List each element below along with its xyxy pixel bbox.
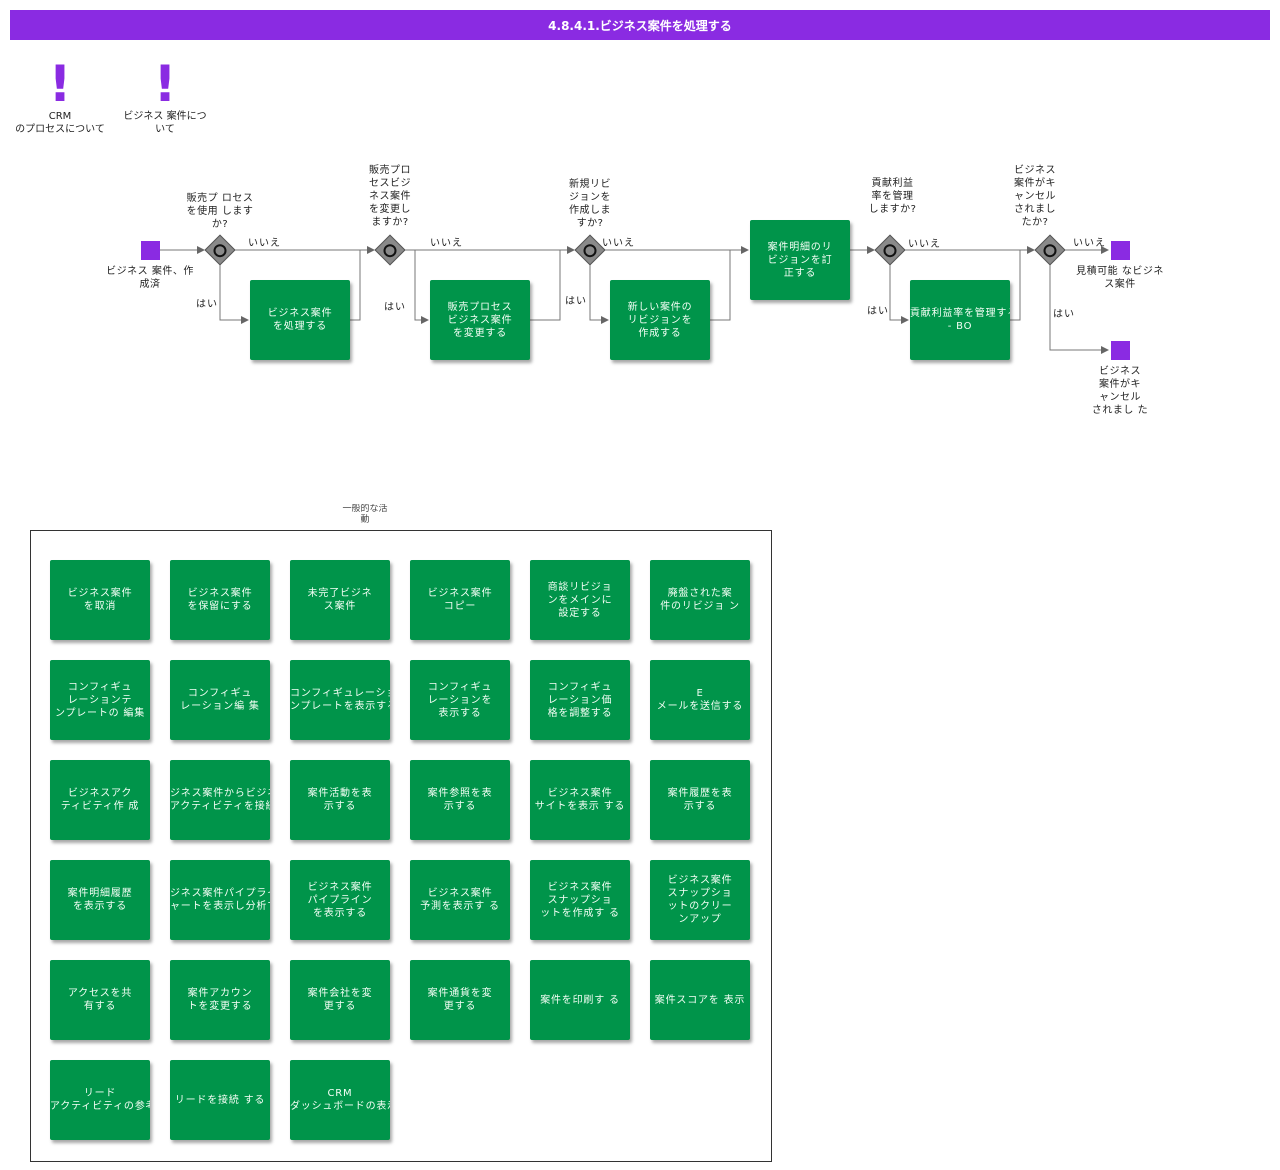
task-create-business-activity[interactable]: ビジネスアク ティビティ作 成 [50, 760, 150, 840]
task-label: 案件スコアを 表示 [654, 994, 746, 1006]
task-label: 案件を印刷す る [540, 994, 620, 1006]
task-view-case-references[interactable]: 案件参照を表 示する [410, 760, 510, 840]
task-create-snapshot[interactable]: ビジネス案件 スナップショ ットを作成す る [530, 860, 630, 940]
task-share-access[interactable]: アクセスを共 有する [50, 960, 150, 1040]
task-label: 案件アカウン トを変更する [187, 988, 253, 1012]
task-manage-margin-bo[interactable]: 貢献利益率を管理する - BO [910, 280, 1010, 360]
task-label: リードを接続 する [174, 1094, 266, 1106]
task-view-pipeline[interactable]: ビジネス案件 パイプライン を表示する [290, 860, 390, 940]
task-label: 販売プロセス ビジネス案件 を変更する [447, 301, 513, 339]
task-cleanup-snapshot[interactable]: ビジネス案件 スナップショ ットのクリー ンアップ [650, 860, 750, 940]
start-event[interactable] [141, 241, 160, 260]
gateway-label: ビジネス 案件がキ ャンセル されまし たか? [1014, 165, 1056, 228]
task-set-main-revision[interactable]: 商談リビジョ ンをメインに 設定する [530, 560, 630, 640]
task-label: ビジネス案件 パイプライン を表示する [307, 881, 373, 919]
task-label: 案件会社を変 更する [307, 988, 373, 1012]
end-event-label: 見積可能 なビジネ ス案件 [1076, 266, 1164, 290]
task-label: コンフィギュレーショ ンプレートを表示する [290, 688, 390, 712]
task-view-line-history[interactable]: 案件明細履歴 を表示する [50, 860, 150, 940]
task-label: コンフィギュ レーションテ ンプレートの 編集 [54, 681, 146, 719]
task-hold-business-case[interactable]: ビジネス案件 を保留にする [170, 560, 270, 640]
task-process-business-case[interactable]: ビジネス案件 を処理する [250, 280, 350, 360]
start-event-label: ビジネス 案件、作 成済 [106, 266, 194, 290]
task-incomplete-business-case[interactable]: 未完了ビジネ ス案件 [290, 560, 390, 640]
flow-label-no: いいえ [602, 238, 635, 249]
task-cancel-business-case[interactable]: ビジネス案件 を取消 [50, 560, 150, 640]
task-connect-business-activity[interactable]: ジネス案件からビジネ アクティビティを接続する [170, 760, 270, 840]
task-edit-config-template[interactable]: コンフィギュ レーションテ ンプレートの 編集 [50, 660, 150, 740]
task-label: ビジネス案件 予測を表示す る [420, 888, 500, 912]
task-label: 案件通貨を変 更する [427, 988, 493, 1012]
task-label: ジネス案件からビジネ アクティビティを接続する [170, 788, 270, 812]
task-copy-business-case[interactable]: ビジネス案件 コピー [410, 560, 510, 640]
task-view-case-sites[interactable]: ビジネス案件 サイトを表示 する [530, 760, 630, 840]
task-label: 未完了ビジネ ス案件 [307, 588, 373, 612]
task-label: コンフィギュ レーション価 格を調整する [547, 681, 613, 719]
flow-label-yes: はい [196, 299, 218, 310]
task-label: ビジネス案件 コピー [427, 588, 493, 612]
task-label: コンフィギュ レーションを 表示する [427, 681, 493, 719]
flow-label-yes: はい [867, 306, 889, 317]
task-obsolete-revision[interactable]: 廃盤された案 件のリビジョ ン [650, 560, 750, 640]
task-label: ビジネス案件 を処理する [267, 308, 333, 332]
flow-label-yes: はい [1053, 309, 1075, 320]
end-event-label: ビジネス 案件がキ ャンセル されまし た [1091, 366, 1149, 416]
task-print-case[interactable]: 案件を印刷す る [530, 960, 630, 1040]
task-label: 案件参照を表 示する [427, 788, 493, 812]
task-label: E メールを送信する [656, 688, 744, 712]
task-change-account[interactable]: 案件アカウン トを変更する [170, 960, 270, 1040]
task-label: ビジネスアク ティビティ作 成 [60, 788, 140, 812]
general-activities-title: 一般的な活 動 [342, 504, 388, 525]
flow-label-no: いいえ [430, 238, 463, 249]
gateway-label: 販売プ ロセス を使用 します か? [186, 193, 254, 230]
flow-label-no: いいえ [248, 238, 281, 249]
task-label: 廃盤された案 件のリビジョ ン [660, 588, 740, 612]
task-label: ビジネス案件 スナップショ ットのクリー ンアップ [667, 875, 733, 925]
end-event-cancelled[interactable] [1111, 341, 1130, 360]
flow-label-no: いいえ [908, 239, 941, 250]
task-label: CRM ダッシュボードの表示 [290, 1088, 390, 1112]
gateway-label: 貢献利益 率を管理 しますか? [868, 178, 917, 215]
flow-label-yes: はい [565, 296, 587, 307]
gateway-label: 販売プロ セスビジ ネス案件 を変更し ますか? [369, 165, 411, 228]
end-event-quotable[interactable] [1111, 241, 1130, 260]
task-send-email[interactable]: E メールを送信する [650, 660, 750, 740]
task-label: 案件活動を表 示する [307, 788, 373, 812]
task-view-config-template[interactable]: コンフィギュレーショ ンプレートを表示する [290, 660, 390, 740]
task-label: ビジネス案件 を取消 [67, 588, 133, 612]
task-label: ビジネス案件 サイトを表示 する [534, 788, 626, 812]
task-view-case-activities[interactable]: 案件活動を表 示する [290, 760, 390, 840]
task-analyze-pipeline-chart[interactable]: ジネス案件パイプライ ャートを表示し分析する [170, 860, 270, 940]
flow-label-yes: はい [384, 302, 406, 313]
task-lead-activity-reference[interactable]: リード アクティビティの参考を表 [50, 1060, 150, 1140]
task-view-configuration[interactable]: コンフィギュ レーションを 表示する [410, 660, 510, 740]
task-label: 案件履歴を表 示する [667, 788, 733, 812]
task-label: リード アクティビティの参考を表 [50, 1088, 150, 1112]
task-connect-lead[interactable]: リードを接続 する [170, 1060, 270, 1140]
task-label: 貢献利益率を管理する - BO [910, 308, 1010, 332]
task-correct-line-revision[interactable]: 案件明細のリ ビジョンを訂 正する [750, 220, 850, 300]
task-change-currency[interactable]: 案件通貨を変 更する [410, 960, 510, 1040]
task-label: 案件明細履歴 を表示する [67, 888, 133, 912]
task-label: 商談リビジョ ンをメインに 設定する [547, 581, 613, 619]
task-view-case-history[interactable]: 案件履歴を表 示する [650, 760, 750, 840]
task-label: ジネス案件パイプライ ャートを表示し分析する [170, 888, 270, 912]
task-create-revision[interactable]: 新しい案件の リビジョンを 作成する [610, 280, 710, 360]
task-label: アクセスを共 有する [67, 988, 133, 1012]
task-label: ビジネス案件 スナップショ ットを作成す る [540, 881, 620, 919]
task-label: ビジネス案件 を保留にする [187, 588, 253, 612]
task-change-sales-process[interactable]: 販売プロセス ビジネス案件 を変更する [430, 280, 530, 360]
task-label: コンフィギュ レーション編 集 [180, 688, 260, 712]
flow-label-no: いいえ [1073, 238, 1106, 249]
task-view-forecast[interactable]: ビジネス案件 予測を表示す る [410, 860, 510, 940]
task-label: 新しい案件の リビジョンを 作成する [627, 301, 693, 339]
task-adjust-config-price[interactable]: コンフィギュ レーション価 格を調整する [530, 660, 630, 740]
gateway-label: 新規リビ ジョンを 作成しま すか? [569, 179, 611, 229]
task-view-crm-dashboard[interactable]: CRM ダッシュボードの表示 [290, 1060, 390, 1140]
task-view-case-score[interactable]: 案件スコアを 表示 [650, 960, 750, 1040]
task-label: 案件明細のリ ビジョンを訂 正する [767, 241, 833, 279]
task-edit-configuration[interactable]: コンフィギュ レーション編 集 [170, 660, 270, 740]
sequence-flows [160, 246, 1109, 354]
task-change-company[interactable]: 案件会社を変 更する [290, 960, 390, 1040]
